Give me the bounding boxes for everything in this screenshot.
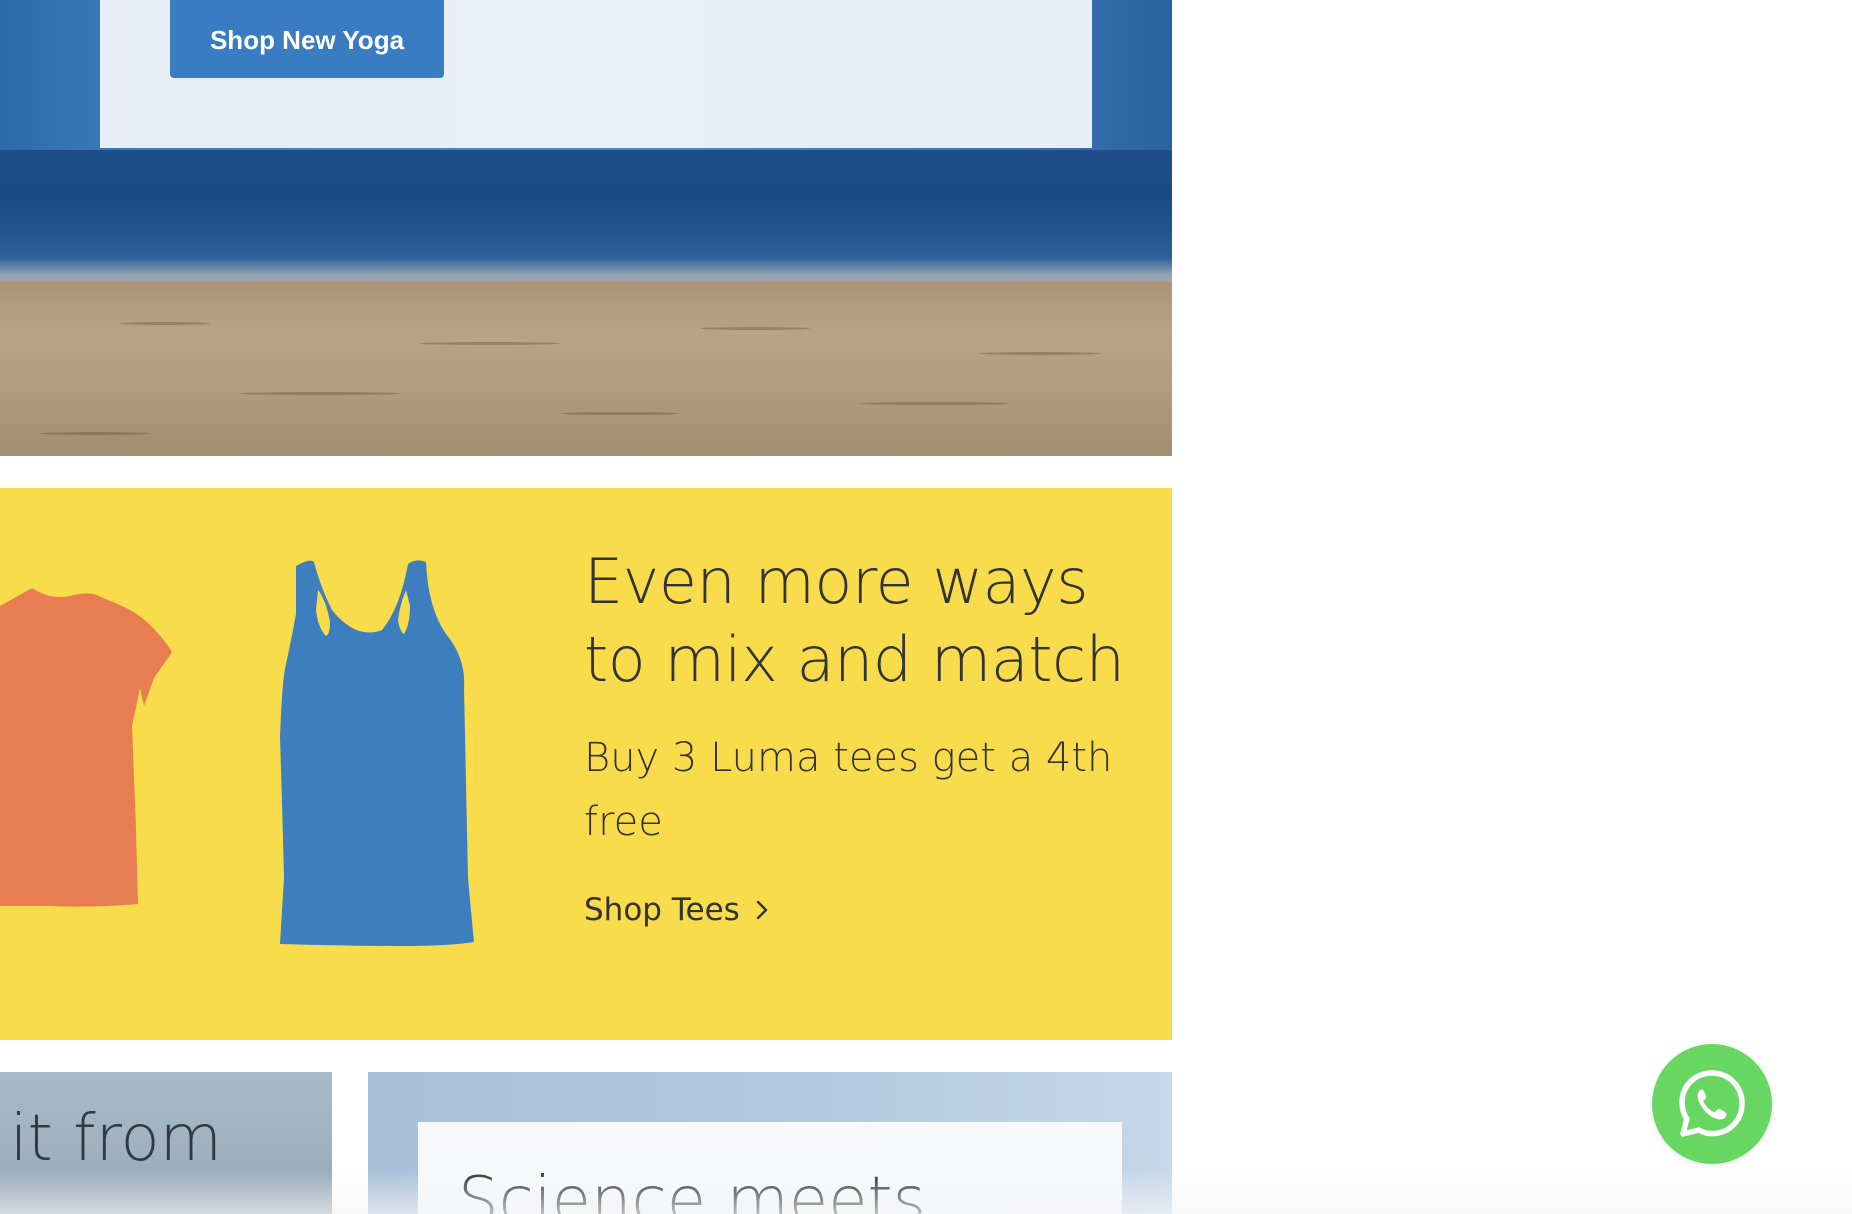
tile-right-card: Science meets: [418, 1122, 1122, 1214]
shop-tees-label: Shop Tees: [584, 892, 740, 928]
whatsapp-chat-button[interactable]: [1652, 1044, 1772, 1164]
chevron-right-icon: [756, 900, 767, 920]
promo-tile-left[interactable]: e it from: [0, 1072, 332, 1214]
promo-subtitle: Buy 3 Luma tees get a 4th free: [584, 735, 1113, 845]
shop-new-yoga-button[interactable]: Shop New Yoga: [170, 0, 444, 78]
blue-tank: [280, 560, 474, 946]
promo-tile-right[interactable]: Science meets: [368, 1072, 1172, 1214]
promo-title: Even more ways to mix and match: [584, 545, 1125, 696]
yoga-hero-banner: Shop New Yoga: [0, 0, 1172, 456]
page: Shop New Yoga Even more ways to mix and …: [0, 0, 1852, 1214]
whatsapp-icon: [1679, 1070, 1745, 1137]
tees-promo-block[interactable]: Even more ways to mix and match Buy 3 Lu…: [0, 488, 1172, 1040]
shop-tees-link[interactable]: Shop Tees: [584, 888, 770, 932]
tile-left-heading: e it from: [0, 1102, 222, 1176]
tees-illustration: [0, 560, 474, 946]
tile-right-heading: Science meets: [458, 1164, 926, 1214]
hero-sand: [0, 282, 1172, 456]
orange-tee: [0, 588, 172, 907]
